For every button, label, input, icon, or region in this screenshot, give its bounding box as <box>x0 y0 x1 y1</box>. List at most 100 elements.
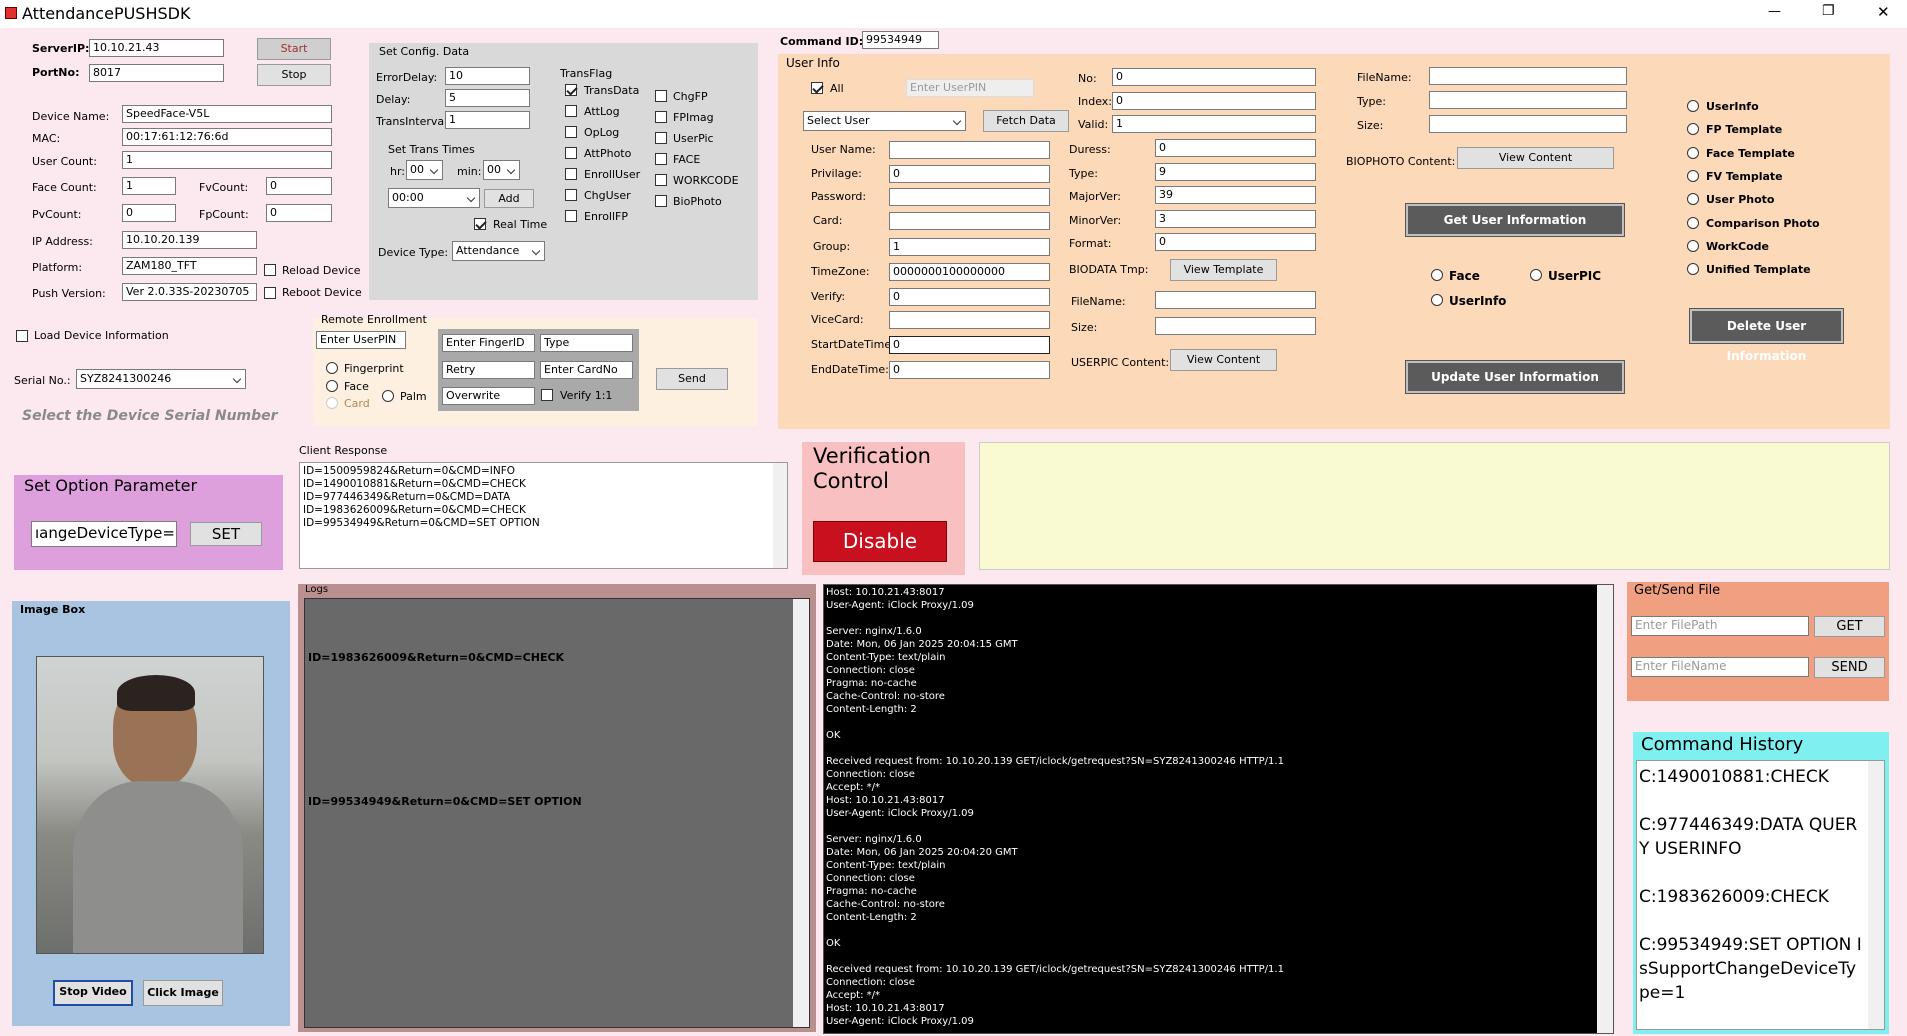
fetch-data-button[interactable]: Fetch Data <box>983 110 1069 132</box>
error-delay-field[interactable]: 10 <box>445 67 530 85</box>
template-type-radio[interactable] <box>1687 169 1699 182</box>
all-users-checkbox[interactable] <box>811 82 823 94</box>
view-biophoto-button[interactable]: View Content <box>1457 147 1614 169</box>
type-input[interactable]: Type <box>540 334 633 352</box>
card-field[interactable] <box>889 212 1050 230</box>
user-count-field[interactable]: 1 <box>122 151 332 169</box>
valid-field[interactable]: 1 <box>1112 115 1316 133</box>
reload-device-checkbox[interactable] <box>264 264 276 276</box>
delete-user-info-button[interactable]: Delete User Information <box>1689 308 1844 363</box>
minimize-icon[interactable]: — <box>1768 4 1781 19</box>
template-type-radio[interactable] <box>1687 239 1699 252</box>
remote-send-button[interactable]: Send <box>656 368 728 390</box>
fv-count-field[interactable]: 0 <box>266 177 332 195</box>
minor-ver-field[interactable]: 3 <box>1155 210 1316 228</box>
retry-input[interactable]: Retry <box>442 361 535 379</box>
trans-flag-checkbox[interactable] <box>655 174 667 186</box>
palm-radio[interactable] <box>382 390 394 402</box>
trans-flag-checkbox[interactable] <box>655 90 667 102</box>
get-user-info-button[interactable]: Get User Information <box>1405 203 1625 237</box>
trans-flag-checkbox[interactable] <box>565 126 577 138</box>
trans-flag-checkbox[interactable] <box>655 195 667 207</box>
userpic-option-radio[interactable] <box>1530 269 1542 281</box>
logs-box[interactable]: ID=1983626009&Return=0&CMD=CHECK ID=9953… <box>304 598 810 1028</box>
file-path-input[interactable]: Enter FilePath <box>1631 616 1809 636</box>
close-icon[interactable]: ✕ <box>1877 3 1890 21</box>
add-time-button[interactable]: Add <box>484 189 534 208</box>
send-file-button[interactable]: SEND <box>1814 657 1885 678</box>
card-no-input[interactable]: Enter CardNo <box>540 361 633 379</box>
fingerprint-radio[interactable] <box>326 362 338 374</box>
stop-video-button[interactable]: Stop Video <box>53 980 133 1006</box>
trans-flag-checkbox[interactable] <box>655 153 667 165</box>
template-type-radio[interactable] <box>1687 100 1699 112</box>
console-scrollbar[interactable] <box>1597 585 1613 1033</box>
group-field[interactable]: 1 <box>889 238 1050 256</box>
no-field[interactable]: 0 <box>1112 68 1316 86</box>
trans-flag-checkbox[interactable] <box>565 189 577 201</box>
finger-id-input[interactable]: Enter FingerID <box>442 334 535 352</box>
client-scrollbar[interactable] <box>773 463 787 568</box>
start-datetime-field[interactable]: 0 <box>889 336 1050 354</box>
remote-userpin-input[interactable]: Enter UserPIN <box>316 331 406 349</box>
user-name-field[interactable] <box>889 141 1050 159</box>
template-type-radio[interactable] <box>1687 263 1699 276</box>
reboot-device-checkbox[interactable] <box>264 287 276 299</box>
history-item[interactable]: C:99534949:SET OPTION IsSupportChangeDev… <box>1639 933 1864 1005</box>
trans-flag-checkbox[interactable] <box>565 147 577 159</box>
overwrite-input[interactable]: Overwrite <box>442 387 535 405</box>
verify-mode-field[interactable]: 0 <box>889 288 1050 306</box>
timezone-field[interactable]: 0000000100000000 <box>889 263 1050 281</box>
serial-select[interactable]: SYZ8241300246 <box>76 369 246 389</box>
duress-field[interactable]: 0 <box>1155 139 1316 157</box>
command-history-list[interactable]: C:1490010881:CHECK C:977446349:DATA QUERY… <box>1636 760 1885 1030</box>
template-type-radio[interactable] <box>1687 146 1699 159</box>
face-radio[interactable] <box>326 380 338 392</box>
client-response-box[interactable]: ID=1500959824&Return=0&CMD=INFO ID=149001… <box>299 462 788 569</box>
ip-address-field[interactable]: 10.10.20.139 <box>122 231 257 249</box>
right-filename-field[interactable] <box>1429 67 1627 85</box>
template-type-radio[interactable] <box>1687 216 1699 229</box>
right-type-field[interactable] <box>1429 91 1627 109</box>
server-ip-input[interactable]: 10.10.21.43 <box>89 39 224 57</box>
command-id-field[interactable]: 99534949 <box>862 31 939 49</box>
device-name-field[interactable]: SpeedFace-V5L <box>122 105 332 123</box>
view-template-button[interactable]: View Template <box>1170 259 1277 281</box>
index-field[interactable]: 0 <box>1112 92 1316 110</box>
end-datetime-field[interactable]: 0 <box>889 361 1050 379</box>
format-field[interactable]: 0 <box>1155 233 1316 251</box>
delay-field[interactable]: 5 <box>445 89 530 107</box>
file-name-input[interactable]: Enter FileName <box>1631 657 1809 677</box>
trans-flag-checkbox[interactable] <box>655 132 667 144</box>
mac-field[interactable]: 00:17:61:12:76:6d <box>122 128 332 146</box>
password-field[interactable] <box>889 188 1050 206</box>
userinfo-option-radio[interactable] <box>1431 294 1443 306</box>
trans-interval-field[interactable]: 1 <box>445 111 530 129</box>
load-device-info-checkbox[interactable] <box>16 330 28 342</box>
pv-count-field[interactable]: 0 <box>122 204 176 222</box>
start-button[interactable]: Start <box>257 38 331 60</box>
set-option-input[interactable]: ıangeDeviceType=1 <box>31 521 177 547</box>
bio-size-field[interactable] <box>1155 317 1316 335</box>
set-option-button[interactable]: SET <box>190 522 262 546</box>
history-scrollbar[interactable] <box>1868 761 1884 1029</box>
port-input[interactable]: 8017 <box>89 64 224 82</box>
time-select[interactable]: 00:00 <box>388 188 480 208</box>
privilage-field[interactable]: 0 <box>889 165 1050 183</box>
fp-count-field[interactable]: 0 <box>266 204 332 222</box>
bio-filename-field[interactable] <box>1155 291 1316 309</box>
user-pin-input[interactable]: Enter UserPIN <box>906 79 1034 97</box>
push-version-field[interactable]: Ver 2.0.33S-20230705 <box>122 283 257 301</box>
stop-button[interactable]: Stop <box>257 64 331 86</box>
view-userpic-button[interactable]: View Content <box>1170 349 1277 371</box>
trans-flag-checkbox[interactable] <box>565 210 577 222</box>
vice-card-field[interactable] <box>889 311 1050 329</box>
history-item[interactable]: C:977446349:DATA QUERY USERINFO <box>1639 813 1864 861</box>
type-field[interactable]: 9 <box>1155 163 1316 181</box>
trans-flag-checkbox[interactable] <box>565 168 577 180</box>
history-item[interactable]: C:1983626009:CHECK <box>1639 885 1864 909</box>
trans-flag-checkbox[interactable] <box>655 111 667 123</box>
platform-field[interactable]: ZAM180_TFT <box>122 257 257 275</box>
maximize-icon[interactable]: ❐ <box>1822 3 1835 19</box>
click-image-button[interactable]: Click Image <box>143 980 223 1006</box>
